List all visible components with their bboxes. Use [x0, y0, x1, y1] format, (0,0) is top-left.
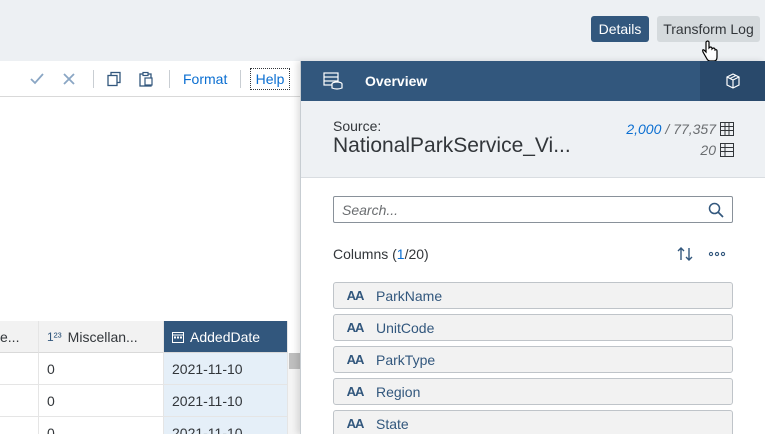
toolbar-divider [169, 70, 170, 88]
rows-total: / 77,357 [665, 121, 716, 137]
table-cell[interactable]: 0 [39, 417, 164, 434]
data-grid: e... 1²³ Miscellan... AddedDate 0 2021-1… [0, 321, 300, 434]
toolbar-divider [240, 70, 241, 88]
column-search-field[interactable] [333, 196, 733, 223]
columns-count-value: 20 [700, 142, 716, 158]
column-header-label: Miscellan... [67, 328, 138, 345]
number-type-icon: 1²³ [47, 329, 62, 344]
column-count: 20 [700, 142, 734, 158]
check-icon[interactable] [28, 70, 46, 88]
column-item-region[interactable]: AA Region [333, 378, 733, 405]
more-options-icon[interactable] [707, 244, 727, 264]
calendar-icon [172, 331, 184, 343]
details-button[interactable]: Details [591, 16, 649, 42]
panel-header: Overview [301, 61, 765, 101]
column-item-state[interactable]: AA State [333, 410, 733, 434]
column-item-label: ParkName [376, 287, 443, 304]
overview-panel: Overview Source: NationalParkService_Vi.… [300, 61, 765, 434]
table-cell[interactable] [0, 353, 39, 385]
table-cell[interactable] [0, 385, 39, 417]
table-cell[interactable]: 2021-11-10 [164, 385, 288, 417]
table-cell[interactable]: 0 [39, 385, 164, 417]
sort-icon[interactable] [675, 244, 695, 264]
row-count: 2,000 / 77,357 [626, 121, 734, 137]
column-item-parktype[interactable]: AA ParkType [333, 346, 733, 373]
search-input[interactable] [342, 201, 702, 219]
dataset-icon [323, 72, 343, 90]
column-item-parkname[interactable]: AA ParkName [333, 282, 733, 309]
panel-title: Overview [365, 73, 428, 89]
columns-heading: Columns (1/20) [333, 246, 429, 262]
string-type-icon: AA [346, 384, 365, 399]
search-icon[interactable] [708, 202, 724, 218]
column-item-label: State [376, 415, 409, 432]
columns-heading-suffix: /20) [404, 246, 429, 262]
column-item-label: Region [376, 383, 421, 400]
paste-icon[interactable] [137, 70, 155, 88]
source-label: Source: [333, 118, 382, 134]
panel-tab-cube[interactable] [700, 61, 765, 101]
column-item-label: UnitCode [376, 319, 435, 336]
string-type-icon: AA [346, 416, 365, 431]
columns-selected-count: 1 [396, 246, 405, 262]
rows-shown: 2,000 [626, 121, 662, 137]
table-cell[interactable]: 2021-11-10 [164, 353, 288, 385]
help-button[interactable]: Help [250, 68, 290, 90]
column-header-label: e... [0, 328, 20, 345]
source-summary: Source: NationalParkService_Vi... 2,000 … [301, 101, 765, 178]
column-header-addeddate[interactable]: AddedDate [164, 321, 288, 353]
close-icon[interactable] [60, 70, 78, 88]
table-cell[interactable] [0, 417, 39, 434]
column-header[interactable]: e... [0, 321, 39, 353]
table-cell[interactable]: 2021-11-10 [164, 417, 288, 434]
scrollbar-thumb[interactable] [289, 353, 300, 369]
source-name: NationalParkService_Vi... [333, 134, 571, 157]
string-type-icon: AA [346, 320, 365, 335]
transform-log-button[interactable]: Transform Log [657, 16, 760, 42]
column-item-unitcode[interactable]: AA UnitCode [333, 314, 733, 341]
rows-icon [720, 122, 734, 136]
string-type-icon: AA [346, 288, 365, 303]
table-cell[interactable]: 0 [39, 353, 164, 385]
columns-icon [720, 143, 734, 157]
copy-icon[interactable] [105, 70, 123, 88]
format-button[interactable]: Format [183, 71, 227, 87]
string-type-icon: AA [346, 352, 365, 367]
column-item-label: ParkType [376, 351, 436, 368]
top-bar: Details Transform Log [0, 0, 765, 62]
edit-toolbar: Format Help [0, 61, 300, 97]
toolbar-divider [93, 70, 94, 88]
column-header-miscellaneous[interactable]: 1²³ Miscellan... [39, 321, 164, 353]
cube-icon [726, 73, 740, 89]
column-header-label: AddedDate [190, 328, 261, 345]
columns-heading-prefix: Columns ( [333, 246, 397, 262]
